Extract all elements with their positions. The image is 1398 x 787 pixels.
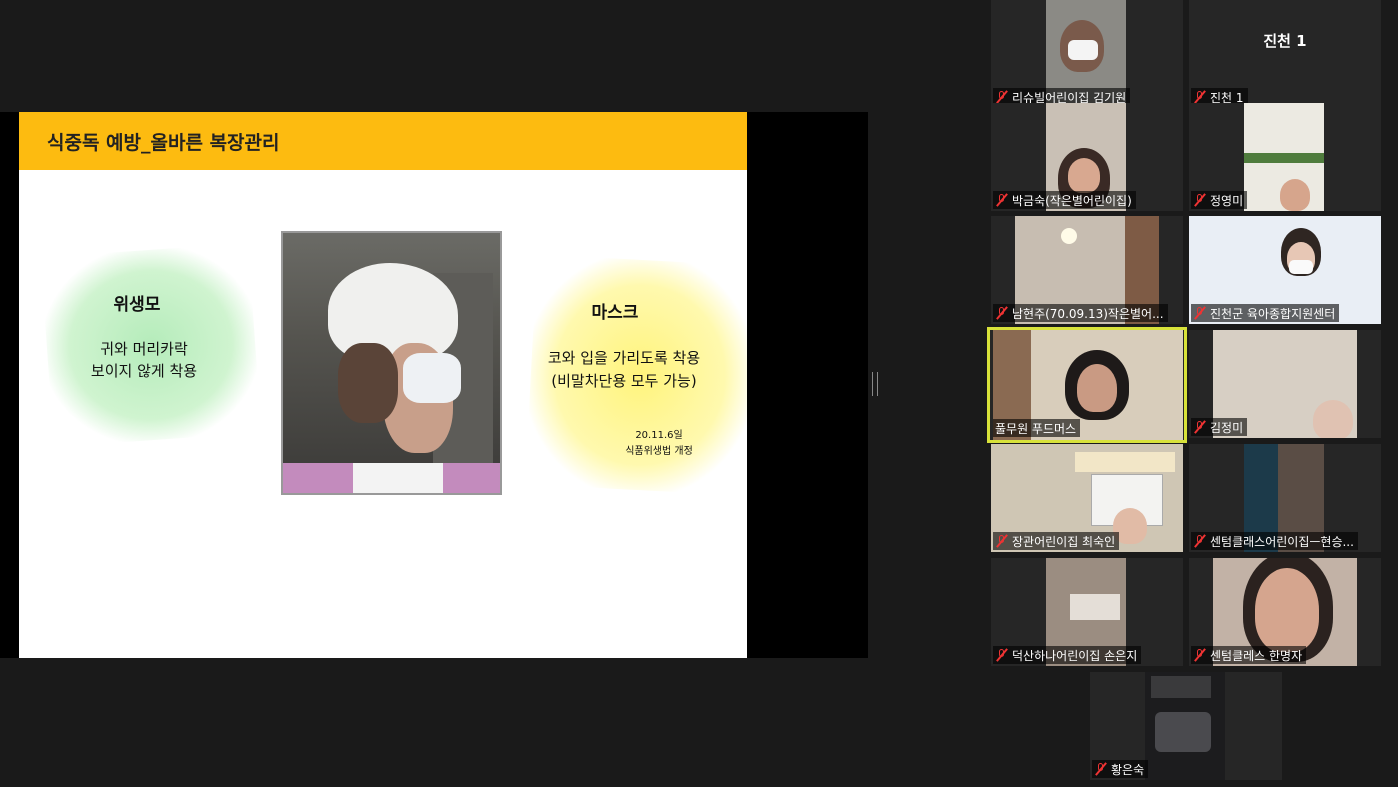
participant-name: 남현주(70.09.13)작은별어... bbox=[1012, 306, 1164, 321]
split-divider-handle[interactable] bbox=[872, 372, 878, 396]
muted-mic-icon bbox=[995, 90, 1009, 104]
hat-description-line1: 귀와 머리카락 bbox=[100, 340, 188, 358]
participant-name: 센텀클래스어린이집ㅡ현승... bbox=[1210, 534, 1354, 549]
participant-name-bar: 센텀클래스어린이집ㅡ현승... bbox=[1191, 532, 1358, 550]
participant-center-label: 진천 1 bbox=[1263, 32, 1307, 50]
muted-mic-icon bbox=[995, 648, 1009, 662]
participant-name: 장관어린이집 최숙인 bbox=[1012, 534, 1116, 549]
participant-name-bar: 박금숙(작은별어린이집) bbox=[993, 191, 1136, 209]
participant-tile[interactable]: 남현주(70.09.13)작은별어... bbox=[991, 216, 1183, 324]
participant-name-bar: 덕산하나어린이집 손은지 bbox=[993, 646, 1142, 664]
participant-tile[interactable]: 정영미 bbox=[1189, 103, 1381, 211]
mask-description-line2: (비말차단용 모두 가능) bbox=[551, 372, 697, 390]
mask-note-date: 20.11.6일 bbox=[635, 430, 683, 441]
participant-name-bar: 김정미 bbox=[1191, 418, 1248, 436]
worker-photo bbox=[281, 231, 502, 495]
muted-mic-icon bbox=[1193, 90, 1207, 104]
participant-name-bar: 진천군 육아종합지원센터 bbox=[1191, 304, 1340, 322]
participant-tile[interactable]: 덕산하나어린이집 손은지 bbox=[991, 558, 1183, 666]
muted-mic-icon bbox=[995, 193, 1009, 207]
mask-label: 마스크 bbox=[591, 303, 639, 323]
participant-name: 정영미 bbox=[1210, 193, 1244, 208]
participant-name: 김정미 bbox=[1210, 420, 1244, 435]
participant-tile[interactable]: 황은숙 bbox=[1090, 672, 1282, 780]
muted-mic-icon bbox=[1193, 534, 1207, 548]
shared-screen: 식중독 예방_올바른 복장관리 위생모 귀와 머리카락 보이지 않게 착용 마스… bbox=[0, 112, 868, 658]
participant-tile[interactable]: 센텀클래스어린이집ㅡ현승... bbox=[1189, 444, 1381, 552]
participant-tile[interactable]: 진천 1 진천 1 bbox=[1189, 0, 1381, 108]
participant-name: 진천군 육아종합지원센터 bbox=[1210, 306, 1336, 321]
muted-mic-icon bbox=[1193, 193, 1207, 207]
mask-description-line1: 코와 입을 가리도록 착용 bbox=[547, 349, 701, 367]
participant-tile[interactable]: 박금숙(작은별어린이집) bbox=[991, 103, 1183, 211]
muted-mic-icon bbox=[1193, 420, 1207, 434]
participant-name: 풀무원 푸드머스 bbox=[995, 421, 1077, 436]
participant-name: 덕산하나어린이집 손은지 bbox=[1012, 648, 1138, 663]
slide-header: 식중독 예방_올바른 복장관리 bbox=[19, 112, 747, 170]
participant-tile[interactable]: 진천군 육아종합지원센터 bbox=[1189, 216, 1381, 324]
slide-title: 식중독 예방_올바른 복장관리 bbox=[47, 132, 280, 154]
participant-tile[interactable]: 장관어린이집 최숙인 bbox=[991, 444, 1183, 552]
participant-name-bar: 황은숙 bbox=[1092, 760, 1149, 778]
participant-tile[interactable]: 리슈빌어린이집 김기원 bbox=[991, 0, 1183, 108]
participant-tile[interactable]: 센텀클레스 한명자 bbox=[1189, 558, 1381, 666]
muted-mic-icon bbox=[995, 534, 1009, 548]
hat-label: 위생모 bbox=[113, 295, 161, 315]
participant-name: 황은숙 bbox=[1111, 762, 1145, 777]
muted-mic-icon bbox=[995, 306, 1009, 320]
participant-name: 센텀클레스 한명자 bbox=[1210, 648, 1303, 663]
participant-name: 박금숙(작은별어린이집) bbox=[1012, 193, 1132, 208]
hat-description-line2: 보이지 않게 착용 bbox=[90, 362, 198, 380]
presentation-slide: 식중독 예방_올바른 복장관리 위생모 귀와 머리카락 보이지 않게 착용 마스… bbox=[19, 112, 747, 658]
mask-note-law: 식품위생법 개정 bbox=[625, 446, 693, 457]
participant-name-bar: 남현주(70.09.13)작은별어... bbox=[993, 304, 1168, 322]
participant-tile[interactable]: 김정미 bbox=[1189, 330, 1381, 438]
muted-mic-icon bbox=[1193, 648, 1207, 662]
participant-name-bar: 정영미 bbox=[1191, 191, 1248, 209]
muted-mic-icon bbox=[1094, 762, 1108, 776]
participant-name-bar: 풀무원 푸드머스 bbox=[993, 419, 1081, 437]
muted-mic-icon bbox=[1193, 306, 1207, 320]
participant-tile-active-speaker[interactable]: 풀무원 푸드머스 bbox=[987, 327, 1187, 443]
participant-name-bar: 센텀클레스 한명자 bbox=[1191, 646, 1307, 664]
participant-name-bar: 장관어린이집 최숙인 bbox=[993, 532, 1120, 550]
